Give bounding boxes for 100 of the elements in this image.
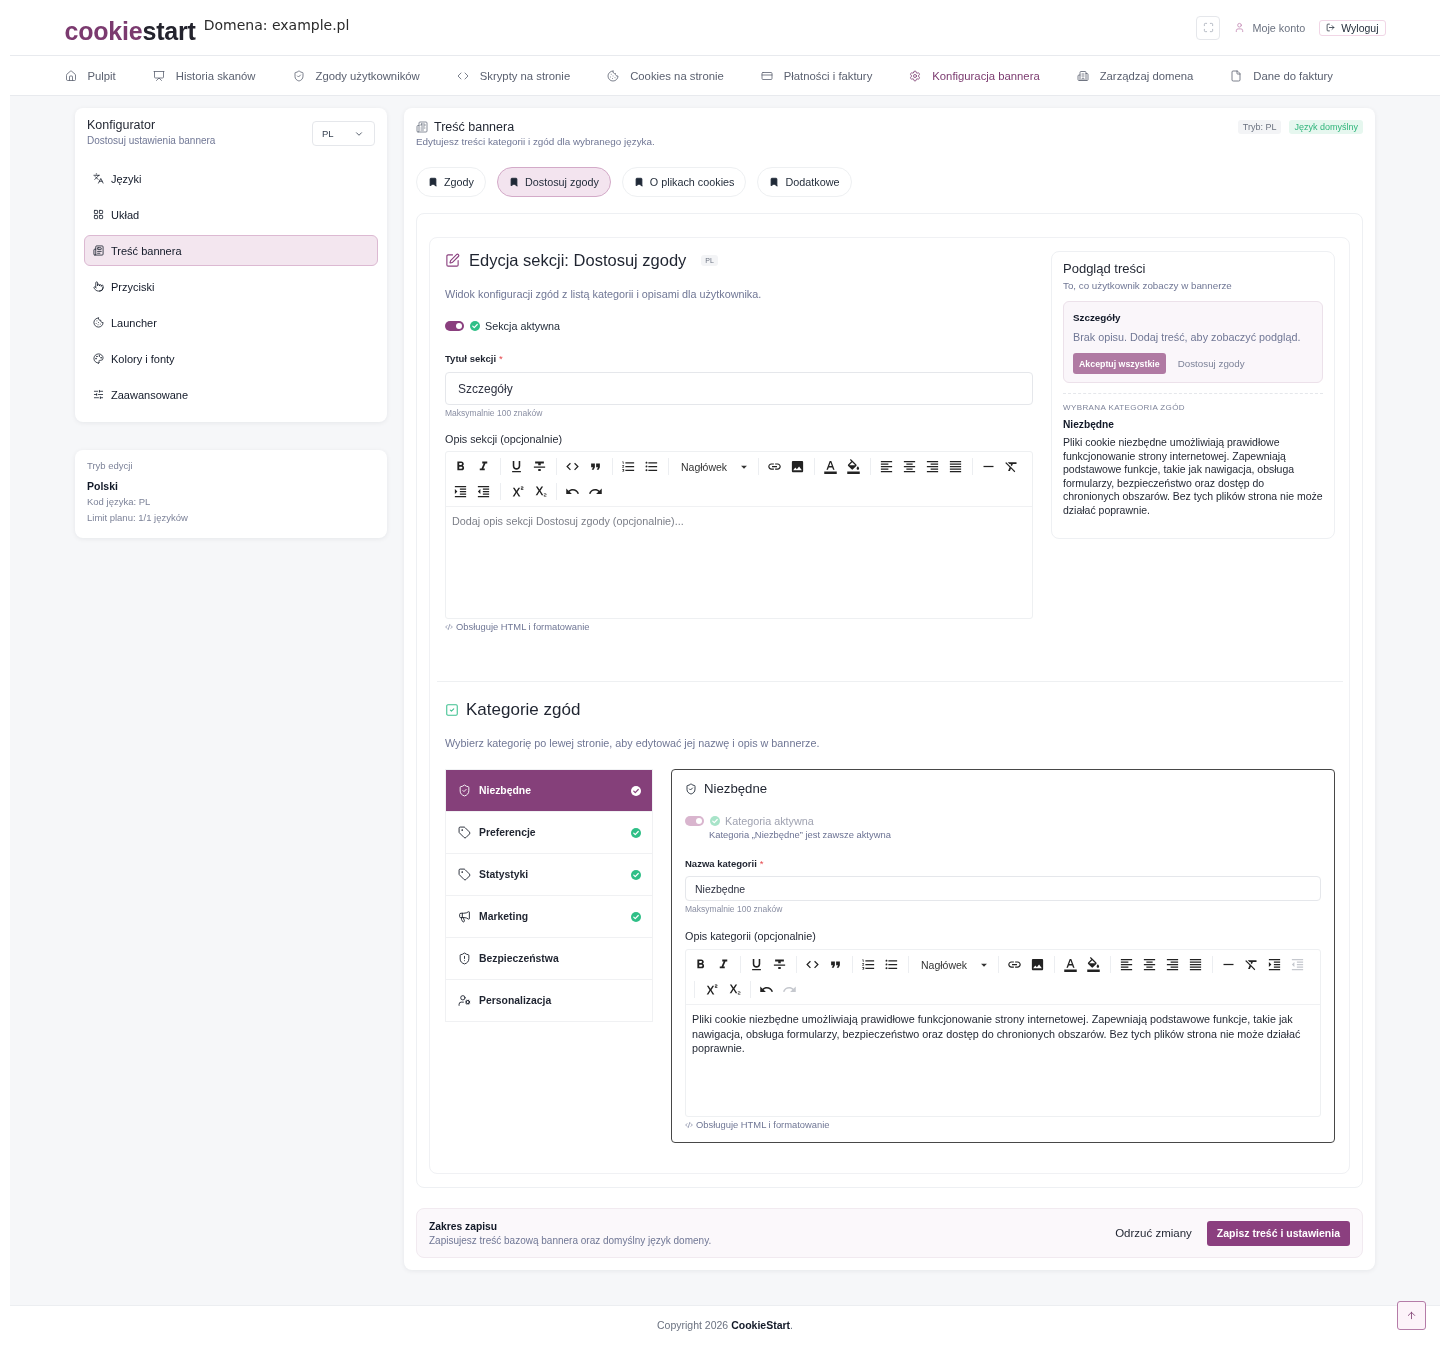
toggle-label: Kategoria aktywna <box>725 815 814 827</box>
logout-button[interactable]: Wyloguj <box>1319 19 1386 36</box>
bookmark-icon <box>428 177 438 187</box>
save-scope-description: Zapisujesz treść bazową bannera oraz domyślny język domeny. <box>429 1234 712 1246</box>
tag-icon <box>458 826 471 839</box>
clear-format-icon <box>1244 957 1259 972</box>
editor-note: Obsługuje HTML i formatowanie <box>445 622 1033 632</box>
nav-link[interactable]: Zgody użytkowników <box>292 69 420 82</box>
text-color-icon <box>823 459 838 474</box>
underline-icon <box>509 459 524 474</box>
building-icon <box>1076 69 1089 82</box>
required-mark: * <box>499 352 503 365</box>
banner-title: Szczegóły <box>1073 312 1122 324</box>
panel-title: Treść bannera <box>434 120 515 134</box>
sidebar-item[interactable]: Języki <box>84 163 378 194</box>
customize-button[interactable]: Dostosuj zgody <box>1177 358 1245 369</box>
category-name-field[interactable]: Niezbędne <box>685 876 1321 901</box>
settings-icon <box>909 69 922 82</box>
category-item[interactable]: Niezbędne <box>446 770 652 812</box>
field-label: Nazwa kategorii <box>685 857 757 870</box>
credit-card-icon <box>760 69 773 82</box>
sidebar-item[interactable]: Kolory i fonty <box>84 343 378 374</box>
account-link[interactable]: Moje konto <box>1234 21 1306 34</box>
fill-color-icon <box>1086 957 1101 972</box>
section-tab[interactable]: Dodatkowe <box>757 167 852 197</box>
section-tab[interactable]: O plikach cookies <box>621 167 747 197</box>
selected-category-description: Pliki cookie niezbędne umożliwiają prawidłowe funkcjonowanie strony internetowej. Zapewniają podstawowe funkcje, takie jak nawigacja, obsługa formularzy, bezpieczeństwo oraz dostęp do chronionych obszarów. Bez tych plików strona nie może działać poprawnie. <box>1063 436 1323 517</box>
strikethrough-icon <box>532 459 547 474</box>
checkbox-icon <box>445 703 459 717</box>
section-tab[interactable]: Dostosuj zgody <box>497 167 611 197</box>
megaphone-icon <box>458 910 471 923</box>
section-tab[interactable]: Zgody <box>416 167 486 197</box>
categories-title: Kategorie zgód <box>466 700 581 720</box>
toggle-label: Sekcja aktywna <box>485 320 560 332</box>
palette-icon <box>93 353 104 364</box>
nav-link[interactable]: Zarządzaj domena <box>1076 69 1194 82</box>
arrow-up-icon <box>1406 1310 1417 1321</box>
save-button[interactable]: Zapisz treść i ustawienia <box>1206 1220 1350 1246</box>
indent-icon <box>453 484 468 499</box>
image-icon <box>790 459 805 474</box>
toggle-note: Kategoria „Niezbędne” jest zawsze aktywna <box>708 830 892 840</box>
categories-subtitle: Wybierz kategorię po lewej stronie, aby edytować jej nazwę i opis w bannerze. <box>445 737 821 750</box>
heading-select[interactable]: Nagłówek <box>673 454 753 479</box>
nav-link[interactable]: Płatności i faktury <box>760 69 873 82</box>
nav-link[interactable]: Konfiguracja bannera <box>909 69 1040 82</box>
expand-icon <box>1202 22 1214 33</box>
outdent-icon <box>1290 957 1305 972</box>
language-select[interactable]: PL <box>312 121 375 146</box>
align-justify-icon <box>1188 957 1203 972</box>
sidebar-item[interactable]: Przyciski <box>84 271 378 302</box>
toggle-switch[interactable] <box>445 321 464 331</box>
underline-icon <box>749 957 764 972</box>
shield-check-icon <box>292 69 305 82</box>
section-description: Widok konfiguracji zgód z listą kategorii i opisami dla użytkownika. <box>445 288 763 301</box>
field-label: Tytuł sekcji <box>445 352 497 365</box>
file-icon <box>1230 69 1243 82</box>
sidebar-item[interactable]: Treść bannera <box>84 235 378 266</box>
copyright-text: Copyright 2026 CookieStart. <box>657 1319 793 1333</box>
chart-icon <box>152 69 165 82</box>
scroll-top-button[interactable] <box>1397 1301 1426 1330</box>
section-title: Edycja sekcji: Dostosuj zgody <box>469 250 687 270</box>
bookmark-icon <box>509 177 519 187</box>
bullet-list-icon <box>644 459 659 474</box>
nav-link[interactable]: Cookies na stronie <box>607 69 724 82</box>
sidebar-item[interactable]: Układ <box>84 199 378 230</box>
required-mark: * <box>759 857 764 870</box>
heading-select[interactable]: Nagłówek <box>913 952 993 977</box>
logo[interactable]: cookiestart <box>64 17 196 45</box>
code-icon <box>685 1121 693 1129</box>
field-help: Maksymalnie 100 znaków <box>685 904 784 914</box>
status-badge: Język domyślny <box>1289 120 1363 134</box>
numbered-list-icon <box>861 957 876 972</box>
user-cog-icon <box>458 994 471 1007</box>
sidebar-subtitle: Dostosuj ustawienia bannera <box>87 135 216 147</box>
preview-subtitle: To, co użytkownik zobaczy w bannerze <box>1063 280 1233 291</box>
panel-subtitle: Edytujesz treści kategorii i zgód dla wybranego języka. <box>416 136 655 148</box>
align-right-icon <box>925 459 940 474</box>
sidebar-item[interactable]: Zaawansowane <box>84 379 378 410</box>
nav-link[interactable]: Skrypty na stronie <box>456 69 571 82</box>
align-right-icon <box>1165 957 1180 972</box>
check-circle-icon <box>470 321 480 331</box>
cookie-icon <box>607 69 620 82</box>
align-left-icon <box>1119 957 1134 972</box>
nav-link[interactable]: Historia skanów <box>152 69 256 82</box>
nav-link[interactable]: Dane do faktury <box>1230 69 1334 82</box>
indent-icon <box>1267 957 1282 972</box>
bookmark-icon <box>769 177 780 187</box>
sidebar-item[interactable]: Launcher <box>84 307 378 338</box>
editor-text-field[interactable]: Pliki cookie niezbędne umożliwiają prawidłowe funkcjonowanie strony internetowej. Zapewniają podstawowe funkcje, takie jak nawigacja, obsługa formularzy, bezpieczeństwo oraz dostęp do chronionych obszarów. Bez tych plików strona nie może działać poprawnie. <box>686 1005 1320 1116</box>
section-title-field[interactable]: Szczegóły <box>445 372 1033 405</box>
text-color-icon <box>1063 957 1078 972</box>
discard-button[interactable]: Odrzuć zmiany <box>1115 1227 1192 1239</box>
align-justify-icon <box>948 459 963 474</box>
align-center-icon <box>1142 957 1157 972</box>
editor-text-field[interactable]: Dodaj opis sekcji Dostosuj zgody (opcjonalnie)... <box>446 507 1032 618</box>
nav-link[interactable]: Pulpit <box>64 69 116 82</box>
translate-icon <box>93 173 104 184</box>
newspaper-icon <box>93 245 104 256</box>
home-icon <box>64 69 77 82</box>
check-circle-icon <box>710 816 720 826</box>
